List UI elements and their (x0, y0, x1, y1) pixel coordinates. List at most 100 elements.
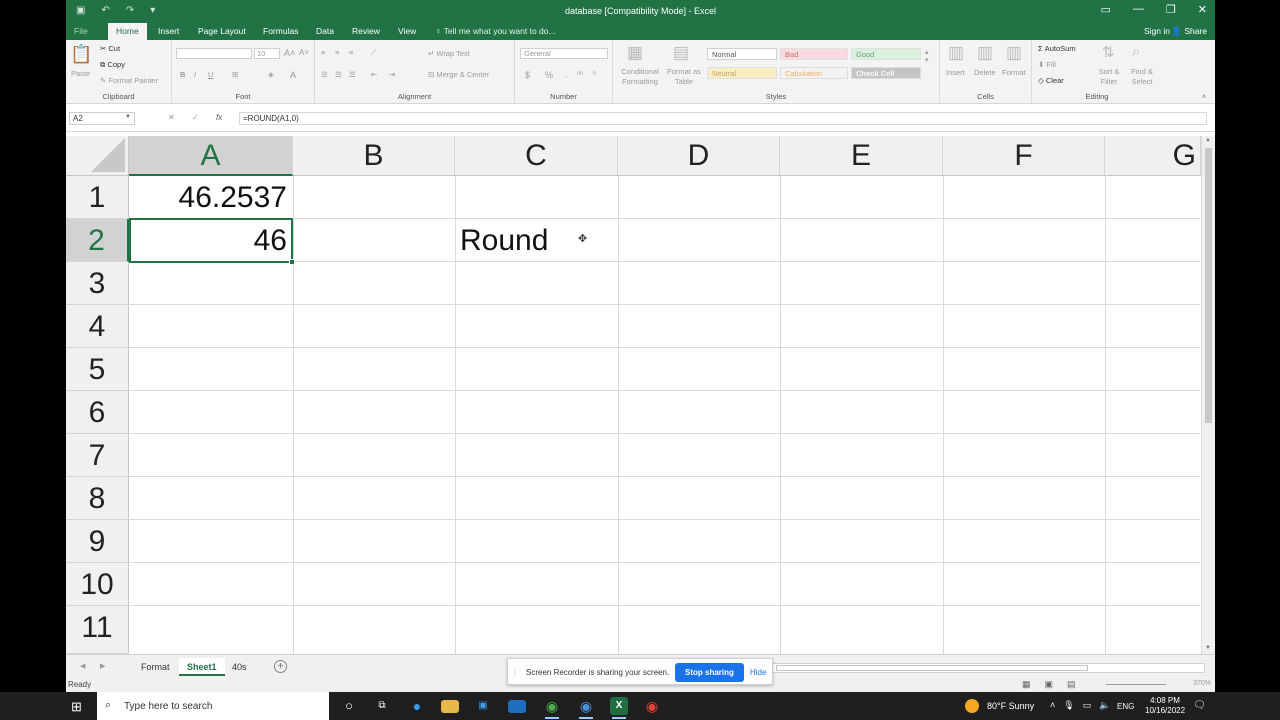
confirm-entry-icon[interactable]: ✓ (192, 113, 199, 122)
wrap-text-button[interactable]: ↵ Wrap Text (428, 49, 470, 58)
format-as-table-button[interactable]: Format as Table (665, 67, 703, 87)
row-header-3[interactable]: 3 (66, 262, 129, 305)
tab-formulas[interactable]: Formulas (263, 26, 298, 36)
sign-in-link[interactable]: Sign in (1144, 26, 1170, 36)
cancel-entry-icon[interactable]: ✕ (168, 113, 175, 122)
decrease-indent-icon[interactable]: ⇤ (371, 70, 377, 79)
chevron-down-icon[interactable]: ▼ (125, 114, 131, 120)
increase-decimal-icon[interactable]: ⁰⁰ (577, 70, 583, 79)
scroll-up-icon[interactable]: ▲ (1205, 137, 1211, 143)
fill-button[interactable]: ⬇ Fill (1038, 60, 1056, 69)
network-icon[interactable]: ▭ (1083, 700, 1092, 711)
share-button[interactable]: 👤 Share (1171, 26, 1207, 37)
orientation-icon[interactable]: ⟋ (371, 48, 376, 58)
decrease-font-icon[interactable]: A˅ (299, 48, 309, 57)
format-table-icon[interactable]: ▤ (673, 43, 689, 63)
cut-button[interactable]: ✂ Cut (100, 44, 120, 53)
format-cells-icon[interactable]: ▥ (1006, 43, 1022, 63)
middle-align-icon[interactable]: ≡ (335, 48, 339, 57)
find-select-button[interactable]: Find & Select (1125, 67, 1159, 87)
style-calculation[interactable]: Calculation (780, 67, 848, 79)
edge-icon[interactable]: ● (408, 697, 426, 715)
bold-button[interactable]: B (180, 70, 185, 79)
delete-cells-icon[interactable]: ▥ (977, 43, 993, 63)
zoom-slider[interactable] (1106, 684, 1166, 685)
align-right-icon[interactable]: ☰ (349, 70, 356, 79)
vertical-scrollbar[interactable]: ▲ ▼ (1201, 136, 1215, 654)
row-header-7[interactable]: 7 (66, 434, 129, 477)
stop-sharing-button[interactable]: Stop sharing (675, 663, 744, 682)
merge-center-button[interactable]: ⊟ Merge & Center (428, 70, 489, 79)
delete-cells-button[interactable]: Delete (974, 68, 996, 77)
file-explorer-icon[interactable] (441, 700, 459, 713)
column-header-c[interactable]: C (455, 136, 618, 176)
fill-color-icon[interactable]: ◈ (268, 70, 274, 79)
zoom-level[interactable]: 370% (1193, 680, 1211, 687)
sheet-tab-sheet1[interactable]: Sheet1 (179, 658, 225, 676)
conditional-formatting-button[interactable]: Conditional Formatting (619, 67, 661, 87)
restore-ribbon-icon[interactable]: ▭ (1101, 3, 1111, 16)
percent-button[interactable]: % (545, 70, 553, 80)
page-layout-view-icon[interactable]: ▣ (1045, 679, 1054, 690)
chrome-icon[interactable]: ◉ (543, 697, 561, 719)
row-header-8[interactable]: 8 (66, 477, 129, 520)
name-box[interactable]: A2 ▼ (69, 112, 135, 125)
prev-sheet-icon[interactable]: ◀ (80, 662, 85, 670)
weather-text[interactable]: 80°F Sunny (987, 701, 1034, 711)
sheet-tab-40s[interactable]: 40s (224, 658, 255, 676)
worksheet-grid[interactable]: A B C D E F G 1 2 3 4 5 6 7 8 9 10 11 46… (66, 136, 1215, 654)
column-header-a[interactable]: A (129, 136, 293, 176)
notifications-icon[interactable]: 🗨 (1193, 700, 1206, 711)
taskbar-clock[interactable]: 4:08 PM 10/16/2022 (1145, 696, 1185, 716)
conditional-format-icon[interactable]: ▦ (627, 43, 643, 63)
drag-grip-icon[interactable]: ⁞ (514, 668, 516, 677)
cell-a1[interactable]: 46.2537 (129, 176, 287, 219)
paste-button[interactable]: Paste (71, 69, 90, 78)
number-format-select[interactable]: General (520, 48, 608, 59)
cortana-icon[interactable]: ○ (340, 697, 358, 715)
underline-button[interactable]: U (208, 70, 213, 79)
collapse-ribbon-icon[interactable]: ˄ (1202, 92, 1206, 101)
next-sheet-icon[interactable]: ▶ (100, 662, 105, 670)
windows-start-icon[interactable]: ⊞ (71, 699, 82, 715)
row-header-5[interactable]: 5 (66, 348, 129, 391)
tab-data[interactable]: Data (316, 26, 334, 36)
column-header-f[interactable]: F (943, 136, 1105, 176)
comma-icon[interactable]: , (565, 70, 567, 79)
sort-filter-button[interactable]: Sort & Filter (1094, 67, 1124, 87)
add-sheet-button[interactable]: + (274, 660, 287, 673)
fill-handle[interactable] (289, 259, 295, 265)
font-color-icon[interactable]: A (290, 70, 296, 80)
tab-insert[interactable]: Insert (158, 26, 179, 36)
excel-icon[interactable]: X (610, 697, 628, 719)
insert-cells-button[interactable]: Insert (946, 68, 965, 77)
insert-cells-icon[interactable]: ▥ (948, 43, 964, 63)
row-header-9[interactable]: 9 (66, 520, 129, 563)
row-header-4[interactable]: 4 (66, 305, 129, 348)
clear-button[interactable]: ◇ Clear (1038, 76, 1064, 85)
style-normal[interactable]: Normal (707, 48, 777, 60)
tab-view[interactable]: View (398, 26, 416, 36)
increase-indent-icon[interactable]: ⇥ (389, 70, 395, 79)
microphone-icon[interactable]: 🎙 (1063, 700, 1074, 711)
paste-icon[interactable]: 📋 (70, 44, 92, 65)
column-header-g[interactable]: G (1105, 136, 1201, 176)
top-align-icon[interactable]: ≡ (321, 48, 325, 57)
row-header-1[interactable]: 1 (66, 176, 129, 219)
sort-filter-icon[interactable]: ⇅ (1102, 43, 1115, 61)
tab-review[interactable]: Review (352, 26, 380, 36)
sheet-tab-format[interactable]: Format (133, 658, 178, 676)
style-good[interactable]: Good (851, 48, 921, 60)
tell-me-search[interactable]: ♀ Tell me what you want to do... (435, 26, 556, 36)
minimize-icon[interactable]: — (1133, 3, 1144, 16)
format-cells-button[interactable]: Format (1002, 68, 1026, 77)
column-header-e[interactable]: E (780, 136, 943, 176)
copy-button[interactable]: ⧉ Copy (100, 60, 125, 70)
column-header-d[interactable]: D (618, 136, 780, 176)
scrollbar-thumb[interactable] (1205, 148, 1212, 423)
tab-home[interactable]: Home (108, 23, 147, 40)
bottom-align-icon[interactable]: ≡ (349, 48, 353, 57)
weather-sun-icon[interactable] (965, 699, 979, 713)
scroll-down-icon[interactable]: ▼ (1205, 645, 1211, 651)
styles-scroll-icon[interactable]: ▴ ▾ (925, 48, 929, 64)
